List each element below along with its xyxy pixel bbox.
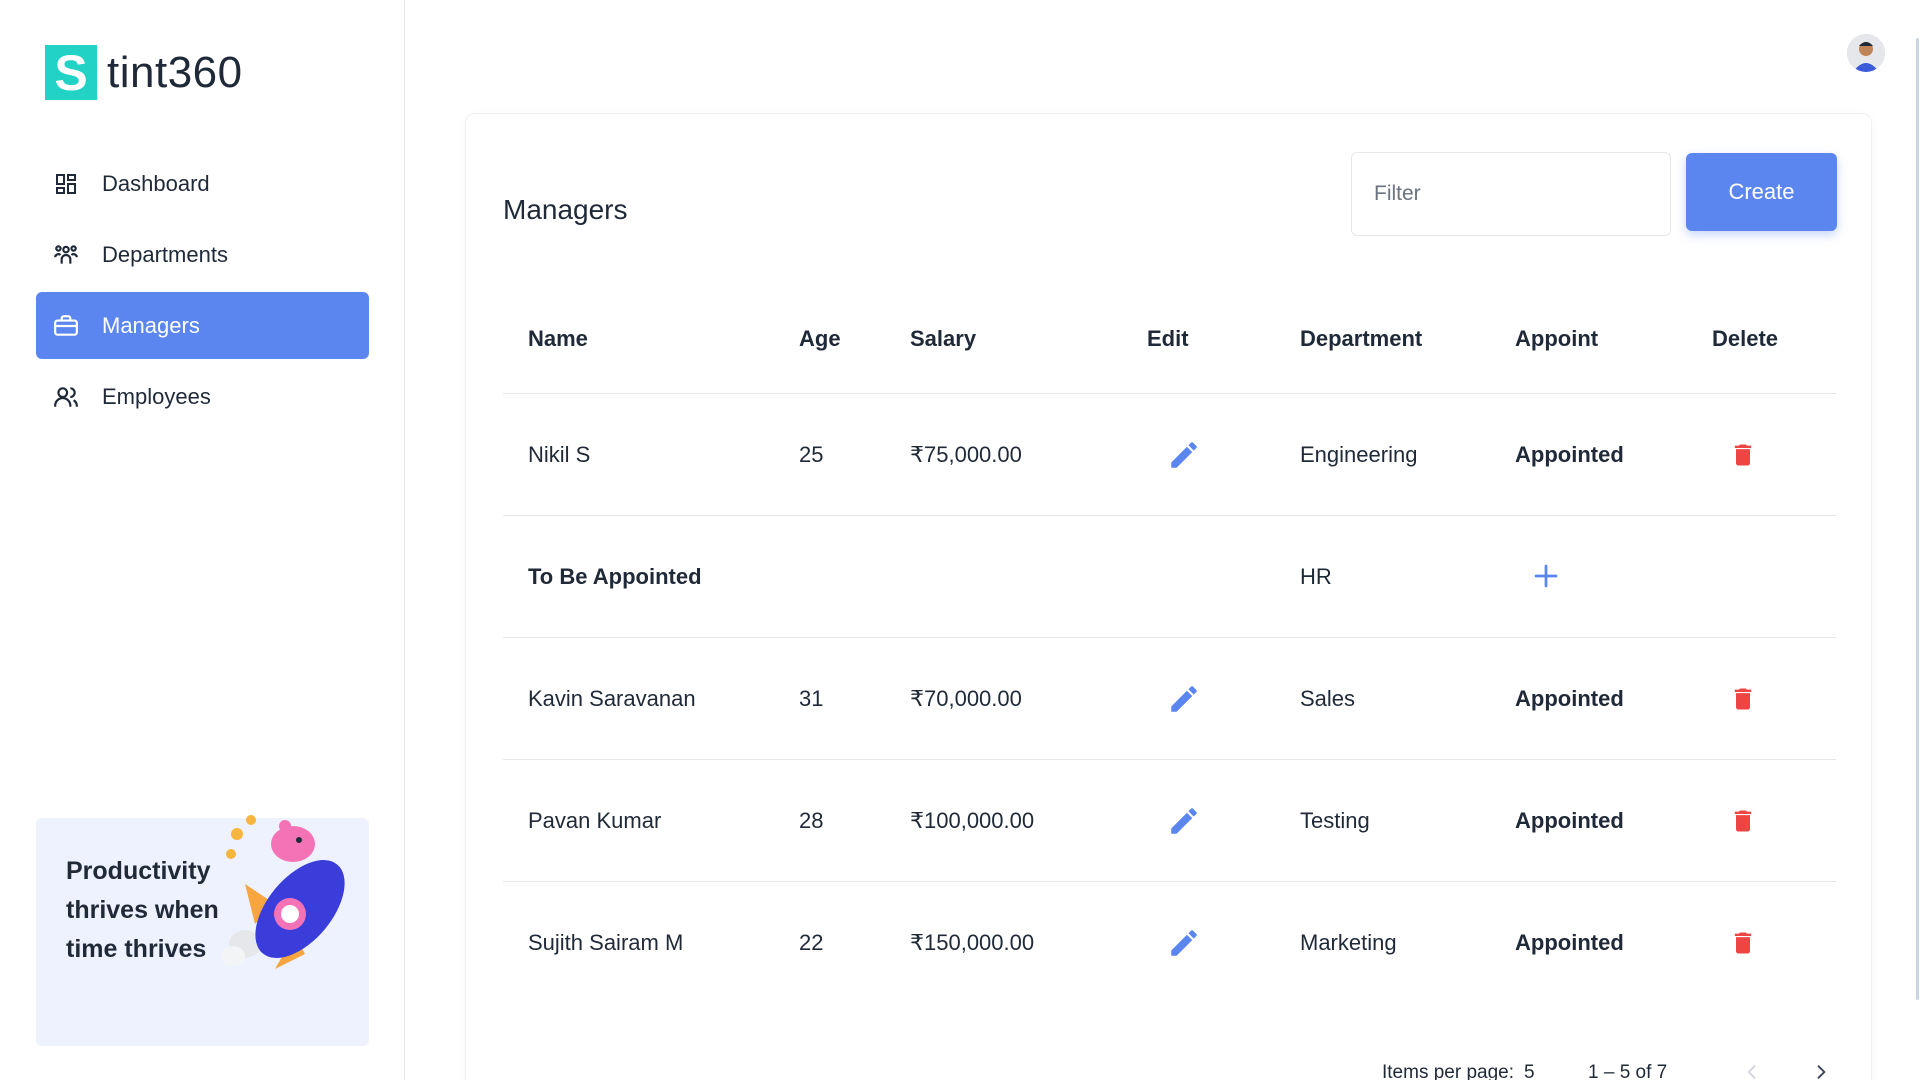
sidebar-item-departments[interactable]: Departments xyxy=(36,221,369,288)
filter-input[interactable] xyxy=(1351,152,1671,236)
header-delete: Delete xyxy=(1712,325,1779,351)
table-header: Name Age Salary Edit Department Appoint … xyxy=(503,284,1836,394)
edit-pencil-icon[interactable] xyxy=(1167,926,1201,960)
header-appoint: Appoint xyxy=(1515,325,1599,351)
departments-icon xyxy=(52,241,80,269)
cell-appoint-status: Appointed xyxy=(1515,441,1624,467)
page-scrollbar[interactable] xyxy=(1916,38,1919,1000)
header-edit: Edit xyxy=(1147,325,1189,351)
rocket-illustration-icon xyxy=(221,815,345,969)
cell-name: To Be Appointed xyxy=(528,563,702,589)
cell-department: Sales xyxy=(1300,685,1356,711)
table-row: Pavan Kumar 28 ₹100,000.00 Testing Appoi… xyxy=(503,760,1836,882)
sidebar-item-label: Departments xyxy=(102,241,228,267)
sidebar-item-managers[interactable]: Managers xyxy=(36,292,369,359)
avatar-icon xyxy=(1847,34,1885,72)
logo-text: tint360 xyxy=(107,47,243,97)
cell-name: Nikil S xyxy=(528,441,591,467)
cell-appoint-status: Appointed xyxy=(1515,685,1624,711)
header-department[interactable]: Department xyxy=(1300,326,1422,352)
trash-icon[interactable] xyxy=(1729,927,1757,959)
managers-table: Name Age Salary Edit Department Appoint … xyxy=(503,284,1836,1004)
sidebar-item-employees[interactable]: Employees xyxy=(36,363,369,430)
cell-age: 25 xyxy=(799,441,824,467)
dashboard-icon xyxy=(52,170,80,198)
sidebar: S tint360 Dashboard Departments Managers… xyxy=(0,0,405,1080)
cell-department: Marketing xyxy=(1300,930,1397,955)
cell-age: 22 xyxy=(799,930,824,955)
cell-salary: ₹70,000.00 xyxy=(910,685,1022,711)
users-icon xyxy=(52,383,80,411)
managers-card: Managers Create Name Age Salary Edit Dep… xyxy=(465,113,1872,1080)
trash-icon[interactable] xyxy=(1729,439,1757,471)
cell-name: Pavan Kumar xyxy=(528,807,662,833)
page-title: Managers xyxy=(503,194,628,225)
table-row: Kavin Saravanan 31 ₹70,000.00 Sales Appo… xyxy=(503,638,1836,760)
sidebar-item-label: Managers xyxy=(102,312,200,338)
cell-age: 28 xyxy=(799,807,824,833)
page-range: 1 – 5 of 7 xyxy=(1588,1062,1668,1080)
table-row: Sujith Sairam M 22 ₹150,000.00 Marketing… xyxy=(503,882,1836,1004)
promo-card: Productivity thrives when time thrives xyxy=(36,815,369,1046)
edit-pencil-icon[interactable] xyxy=(1167,438,1201,472)
pagination: Items per page: 5 1 – 5 of 7 xyxy=(466,1054,1873,1080)
appoint-plus-icon[interactable] xyxy=(1531,561,1561,591)
trash-icon[interactable] xyxy=(1729,805,1757,837)
cell-appoint-status: Appointed xyxy=(1515,807,1624,833)
cell-salary: ₹100,000.00 xyxy=(910,807,1035,833)
edit-pencil-icon[interactable] xyxy=(1167,682,1201,716)
trash-icon[interactable] xyxy=(1729,683,1757,715)
edit-pencil-icon[interactable] xyxy=(1167,804,1201,838)
cell-name: Sujith Sairam M xyxy=(528,930,684,955)
header-age[interactable]: Age xyxy=(799,326,841,352)
header-salary[interactable]: Salary xyxy=(910,326,976,352)
sidebar-item-label: Employees xyxy=(102,383,211,409)
cell-salary: ₹75,000.00 xyxy=(910,441,1022,467)
header-name[interactable]: Name xyxy=(528,326,588,352)
briefcase-icon xyxy=(52,312,80,340)
promo-text: Productivity thrives when time thrives xyxy=(66,857,219,963)
chevron-right-icon[interactable] xyxy=(1811,1060,1831,1080)
cell-appoint-status: Appointed xyxy=(1515,930,1624,955)
sidebar-item-label: Dashboard xyxy=(102,170,210,196)
table-row: Nikil S 25 ₹75,000.00 Engineering Appoin… xyxy=(503,394,1836,516)
cell-salary: ₹150,000.00 xyxy=(910,930,1035,955)
cell-department: Engineering xyxy=(1300,441,1418,467)
app: S tint360 Dashboard Departments Managers… xyxy=(0,0,1920,1080)
sidebar-nav: Dashboard Departments Managers Employees xyxy=(36,150,369,434)
logo[interactable]: S tint360 xyxy=(45,45,243,100)
cell-department: HR xyxy=(1300,563,1332,589)
cell-age: 31 xyxy=(799,685,824,711)
items-per-page-select[interactable]: 5 xyxy=(1524,1062,1535,1080)
cell-department: Testing xyxy=(1300,807,1370,833)
sidebar-item-dashboard[interactable]: Dashboard xyxy=(36,150,369,217)
user-avatar[interactable] xyxy=(1847,34,1885,72)
logo-mark: S xyxy=(45,45,97,100)
chevron-left-icon[interactable] xyxy=(1742,1060,1762,1080)
create-button[interactable]: Create xyxy=(1686,153,1837,231)
table-row: To Be Appointed HR xyxy=(503,516,1836,638)
items-per-page-label: Items per page: xyxy=(1382,1062,1515,1080)
cell-name: Kavin Saravanan xyxy=(528,685,696,711)
